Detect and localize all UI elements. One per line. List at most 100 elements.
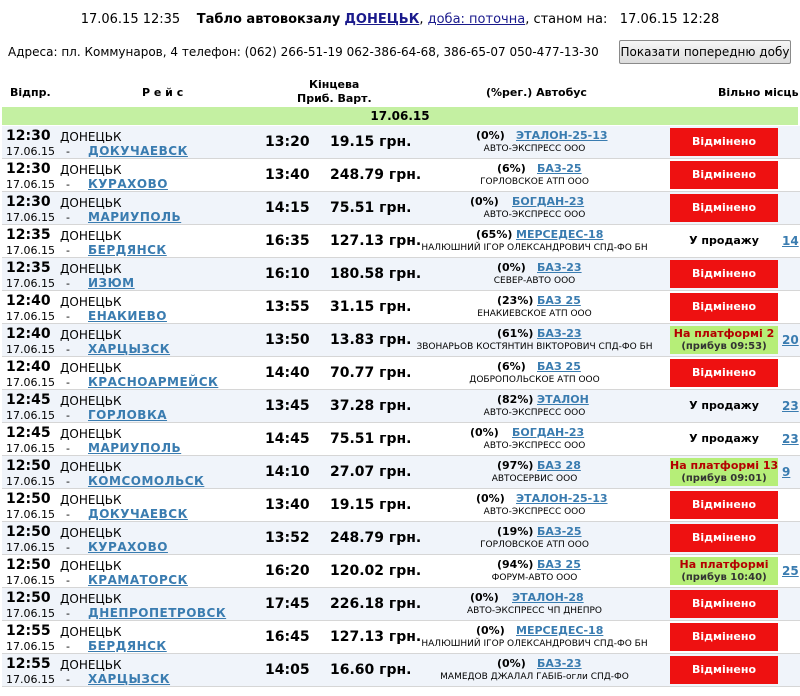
origin-station: ДОНЕЦЬК xyxy=(60,163,122,177)
status-badge: Відмінено xyxy=(670,359,778,387)
departure-time: 12:30 xyxy=(6,128,51,144)
bus-model-link[interactable]: БАЗ-23 xyxy=(537,327,582,340)
show-previous-day-button[interactable]: Показати попередню добу xyxy=(619,40,791,64)
registration-percent: (0%) xyxy=(470,195,499,208)
bus-model-link[interactable]: ЭТАЛОН-28 xyxy=(512,591,584,604)
status-badge: Відмінено xyxy=(670,524,778,552)
destination-link[interactable]: КРАСНОАРМЕЙСК xyxy=(88,375,218,389)
destination-link[interactable]: ДОКУЧАЕВСК xyxy=(88,144,188,158)
departure-date: 17.06.15 xyxy=(6,673,55,686)
status-badge: Відмінено xyxy=(670,491,778,519)
origin-station: ДОНЕЦЬК xyxy=(60,394,122,408)
destination-link[interactable]: КОМСОМОЛЬСК xyxy=(88,474,204,488)
route-separator: - xyxy=(66,244,70,257)
bus-model-link[interactable]: БАЗ 25 xyxy=(537,294,581,307)
free-seats-link[interactable]: 20 xyxy=(782,333,799,347)
arrival-time: 14:05 xyxy=(265,662,310,678)
table-row: 12:55 ДОНЕЦЬК 17.06.15- БЕРДЯНСК 16:45 127.13… xyxy=(2,621,800,654)
registration-percent: (0%) xyxy=(497,657,526,670)
destination-link[interactable]: ЕНАКИЕВО xyxy=(88,309,167,323)
bus-model-link[interactable]: БОГДАН-23 xyxy=(512,426,584,439)
arrival-time: 14:40 xyxy=(265,365,310,381)
departure-date: 17.06.15 xyxy=(6,244,55,257)
origin-station: ДОНЕЦЬК xyxy=(60,229,122,243)
origin-station: ДОНЕЦЬК xyxy=(60,130,122,144)
destination-link[interactable]: ХАРЦЫЗСК xyxy=(88,342,170,356)
free-seats-link[interactable]: 9 xyxy=(782,465,790,479)
bus-model-link[interactable]: ЭТАЛОН-25-13 xyxy=(516,129,608,142)
registration-percent: (19%) xyxy=(497,525,534,538)
bus-model-link[interactable]: ЭТАЛОН-25-13 xyxy=(516,492,608,505)
departure-date: 17.06.15 xyxy=(6,277,55,290)
free-seats-link[interactable]: 14 xyxy=(782,234,799,248)
departure-time: 12:50 xyxy=(6,491,51,507)
date-band: 17.06.15 xyxy=(2,107,798,125)
departure-date: 17.06.15 xyxy=(6,376,55,389)
bus-model-link[interactable]: БАЗ-23 xyxy=(537,261,582,274)
route-separator: - xyxy=(66,673,70,686)
destination-link[interactable]: ДНЕПРОПЕТРОВСК xyxy=(88,606,226,620)
destination-link[interactable]: БЕРДЯНСК xyxy=(88,639,167,653)
as-of-label: , станом на: xyxy=(525,12,608,27)
table-row: 12:40 ДОНЕЦЬК 17.06.15- ХАРЦЫЗСК 13:50 13.83 … xyxy=(2,324,800,357)
bus-model-link[interactable]: БОГДАН-23 xyxy=(512,195,584,208)
departure-time: 12:45 xyxy=(6,392,51,408)
free-seats-link[interactable]: 23 xyxy=(782,399,799,413)
bus-model-link[interactable]: БАЗ-25 xyxy=(537,162,582,175)
departure-time: 12:50 xyxy=(6,458,51,474)
registration-percent: (65%) xyxy=(476,228,513,241)
bus-model-link[interactable]: ЭТАЛОН xyxy=(537,393,589,406)
carrier-name: АВТО-ЭКСПРЕСС ЧП ДНЕПРО xyxy=(467,606,602,616)
status-badge: На платформі (прибув 10:40) xyxy=(670,557,778,585)
destination-link[interactable]: МАРИУПОЛЬ xyxy=(88,210,181,224)
carrier-name: ГОРЛОВСКОЕ АТП ООО xyxy=(480,177,589,187)
table-row: 12:50 ДОНЕЦЬК 17.06.15- ДОКУЧАЕВСК 13:40 19.1… xyxy=(2,489,800,522)
destination-link[interactable]: ГОРЛОВКА xyxy=(88,408,167,422)
free-seats-link[interactable]: 23 xyxy=(782,432,799,446)
route-separator: - xyxy=(66,310,70,323)
departure-time: 12:35 xyxy=(6,260,51,276)
ticket-price: 19.15 грн. xyxy=(330,497,412,513)
carrier-name: ЕНАКИЕВСКОЕ АТП ООО xyxy=(477,309,592,319)
departure-date: 17.06.15 xyxy=(6,310,55,323)
status-arrival-note: (прибув 10:40) xyxy=(681,572,767,583)
origin-station: ДОНЕЦЬК xyxy=(60,625,122,639)
departure-time: 12:50 xyxy=(6,590,51,606)
header-datetime: 17.06.15 12:35 xyxy=(80,12,181,27)
bus-model-link[interactable]: БАЗ 25 xyxy=(537,558,581,571)
bus-model-link[interactable]: БАЗ 28 xyxy=(537,459,581,472)
carrier-name: АВТО-ЭКСПРЕСС ООО xyxy=(483,210,586,220)
destination-link[interactable]: БЕРДЯНСК xyxy=(88,243,167,257)
station-link[interactable]: ДОНЕЦЬК xyxy=(344,12,419,27)
arrival-time: 14:10 xyxy=(265,464,310,480)
bus-model-link[interactable]: БАЗ-25 xyxy=(537,525,582,538)
destination-link[interactable]: ДОКУЧАЕВСК xyxy=(88,507,188,521)
route-separator: - xyxy=(66,376,70,389)
status-badge: Відмінено xyxy=(670,656,778,684)
arrival-time: 16:35 xyxy=(265,233,310,249)
destination-link[interactable]: ИЗЮМ xyxy=(88,276,135,290)
origin-station: ДОНЕЦЬК xyxy=(60,262,122,276)
destination-link[interactable]: ХАРЦЫЗСК xyxy=(88,672,170,686)
bus-model-link[interactable]: БАЗ-23 xyxy=(537,657,582,670)
destination-link[interactable]: КРАМАТОРСК xyxy=(88,573,188,587)
destination-link[interactable]: КУРАХОВО xyxy=(88,177,168,191)
free-seats-link[interactable]: 25 xyxy=(782,564,799,578)
column-header-bus: (%рег.) Автобус xyxy=(486,86,587,99)
arrival-time: 17:45 xyxy=(265,596,310,612)
day-selector-link[interactable]: доба: поточна xyxy=(428,12,526,27)
destination-link[interactable]: МАРИУПОЛЬ xyxy=(88,441,181,455)
bus-model-link[interactable]: БАЗ 25 xyxy=(537,360,581,373)
station-address: Адреса: пл. Коммунаров, 4 телефон: (062)… xyxy=(8,45,599,59)
route-separator: - xyxy=(66,541,70,554)
route-separator: - xyxy=(66,475,70,488)
status-arrival-note: (прибув 09:53) xyxy=(681,341,767,352)
ticket-price: 75.51 грн. xyxy=(330,431,412,447)
bus-model-link[interactable]: МЕРСЕДЕС-18 xyxy=(516,228,603,241)
route-separator: - xyxy=(66,145,70,158)
bus-model-link[interactable]: МЕРСЕДЕС-18 xyxy=(516,624,603,637)
destination-link[interactable]: КУРАХОВО xyxy=(88,540,168,554)
origin-station: ДОНЕЦЬК xyxy=(60,427,122,441)
table-row: 12:50 ДОНЕЦЬК 17.06.15- КРАМАТОРСК 16:20 120.… xyxy=(2,555,800,588)
carrier-name: АВТОСЕРВИС ООО xyxy=(491,474,578,484)
